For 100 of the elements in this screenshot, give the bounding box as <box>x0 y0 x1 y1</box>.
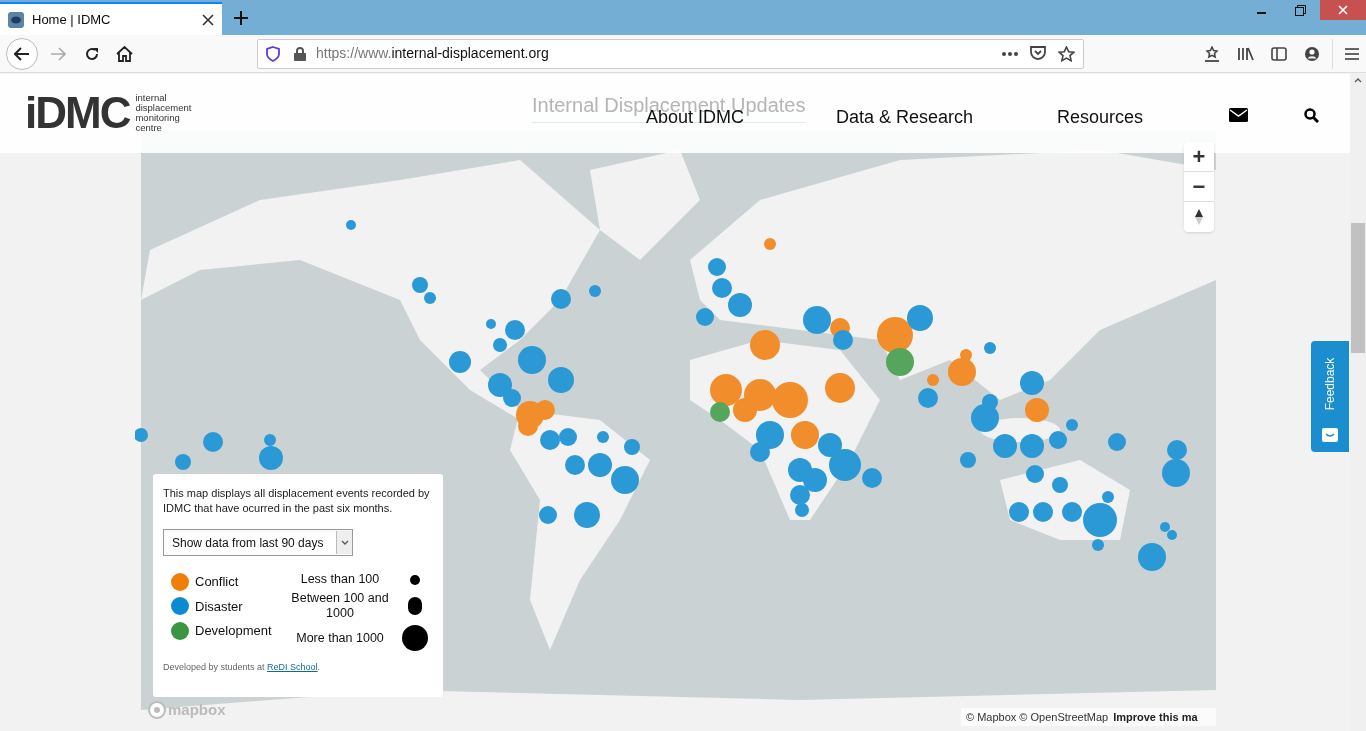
event-marker[interactable] <box>818 433 842 457</box>
reload-icon[interactable] <box>84 45 100 62</box>
event-marker[interactable] <box>175 454 191 470</box>
shield-icon[interactable] <box>266 45 280 62</box>
event-marker[interactable] <box>1092 539 1104 551</box>
scroll-up-icon[interactable] <box>1354 78 1362 83</box>
event-marker[interactable] <box>948 358 976 386</box>
event-marker[interactable] <box>907 305 933 331</box>
zoom-out-button[interactable]: − <box>1184 172 1214 202</box>
event-marker[interactable] <box>1066 419 1078 431</box>
event-marker[interactable] <box>505 320 525 340</box>
event-marker[interactable] <box>750 442 770 462</box>
event-marker[interactable] <box>493 338 507 352</box>
more-icon[interactable] <box>1002 51 1018 56</box>
event-marker[interactable] <box>540 430 560 450</box>
event-marker[interactable] <box>559 428 577 446</box>
event-marker[interactable] <box>772 382 808 418</box>
event-marker[interactable] <box>984 342 996 354</box>
event-marker[interactable] <box>588 453 612 477</box>
event-marker[interactable] <box>1025 398 1049 422</box>
event-marker[interactable] <box>803 468 827 492</box>
mail-icon[interactable] <box>1229 108 1248 122</box>
compass-icon[interactable] <box>1194 207 1204 227</box>
event-marker[interactable] <box>993 434 1017 458</box>
event-marker[interactable] <box>971 404 999 432</box>
event-marker[interactable] <box>791 421 819 449</box>
event-marker[interactable] <box>790 485 810 505</box>
close-window-button[interactable] <box>1320 0 1366 20</box>
event-marker[interactable] <box>696 308 714 326</box>
improve-map-link[interactable]: Improve this ma <box>1113 708 1198 726</box>
event-marker[interactable] <box>548 367 574 393</box>
event-marker[interactable] <box>1167 440 1187 460</box>
event-marker[interactable] <box>518 346 546 374</box>
event-marker[interactable] <box>877 317 913 353</box>
event-marker[interactable] <box>1049 431 1067 449</box>
event-marker[interactable] <box>1020 371 1044 395</box>
close-tab-icon[interactable] <box>202 13 214 26</box>
event-marker[interactable] <box>488 373 512 397</box>
event-marker[interactable] <box>346 220 356 230</box>
event-marker[interactable] <box>1162 459 1190 487</box>
event-marker[interactable] <box>712 278 732 298</box>
event-marker[interactable] <box>1102 491 1114 503</box>
event-marker[interactable] <box>764 238 776 250</box>
event-marker[interactable] <box>412 277 428 293</box>
event-marker[interactable] <box>803 306 831 334</box>
event-marker[interactable] <box>982 394 998 410</box>
event-marker[interactable] <box>1026 465 1044 483</box>
event-marker[interactable] <box>589 285 601 297</box>
event-marker[interactable] <box>486 319 496 329</box>
redi-school-link[interactable]: ReDI School <box>267 662 318 672</box>
event-marker[interactable] <box>1160 522 1170 532</box>
home-icon[interactable] <box>116 45 133 62</box>
event-marker[interactable] <box>1108 433 1126 451</box>
address-bar[interactable]: https://www.internal-displacement.org <box>257 38 1084 69</box>
event-marker[interactable] <box>1020 434 1044 458</box>
feedback-tab[interactable]: Feedback <box>1311 341 1349 452</box>
event-marker[interactable] <box>624 439 640 455</box>
back-button[interactable] <box>6 37 38 70</box>
event-marker[interactable] <box>135 428 148 442</box>
event-marker[interactable] <box>710 374 742 406</box>
event-marker[interactable] <box>733 398 757 422</box>
event-marker[interactable] <box>535 400 555 420</box>
event-marker[interactable] <box>1052 477 1068 493</box>
event-marker[interactable] <box>829 449 861 481</box>
lock-icon[interactable] <box>294 46 306 61</box>
search-icon[interactable] <box>1304 108 1319 123</box>
event-marker[interactable] <box>886 348 914 376</box>
account-icon[interactable] <box>1304 45 1320 62</box>
bookmarks-icon[interactable] <box>1204 45 1220 62</box>
zoom-in-button[interactable]: + <box>1184 142 1214 172</box>
event-marker[interactable] <box>539 506 557 524</box>
event-marker[interactable] <box>750 330 780 360</box>
scroll-thumb[interactable] <box>1351 223 1365 353</box>
nav-link[interactable]: Data & Research <box>836 104 974 131</box>
period-select[interactable]: Show data from last 90 days <box>163 529 353 556</box>
sidebar-icon[interactable] <box>1271 46 1287 61</box>
event-marker[interactable] <box>862 468 882 488</box>
event-marker[interactable] <box>611 466 639 494</box>
event-marker[interactable] <box>565 455 585 475</box>
event-marker[interactable] <box>728 293 752 317</box>
event-marker[interactable] <box>1062 502 1082 522</box>
pocket-icon[interactable] <box>1030 46 1046 61</box>
event-marker[interactable] <box>756 421 784 449</box>
event-marker[interactable] <box>551 289 571 309</box>
restore-icon[interactable] <box>1295 4 1306 16</box>
forward-arrow-icon[interactable] <box>50 46 66 61</box>
browser-tab[interactable]: Home | IDMC <box>0 2 222 35</box>
event-marker[interactable] <box>1138 543 1166 571</box>
event-marker[interactable] <box>795 503 809 517</box>
event-marker[interactable] <box>1083 503 1117 537</box>
event-marker[interactable] <box>259 446 283 470</box>
event-marker[interactable] <box>833 330 853 350</box>
event-marker[interactable] <box>597 431 609 443</box>
event-marker[interactable] <box>1009 502 1029 522</box>
event-marker[interactable] <box>424 292 436 304</box>
event-marker[interactable] <box>264 434 276 446</box>
event-marker[interactable] <box>825 373 855 403</box>
bookmark-star-icon[interactable] <box>1058 45 1075 62</box>
event-marker[interactable] <box>927 374 939 386</box>
event-marker[interactable] <box>574 502 600 528</box>
